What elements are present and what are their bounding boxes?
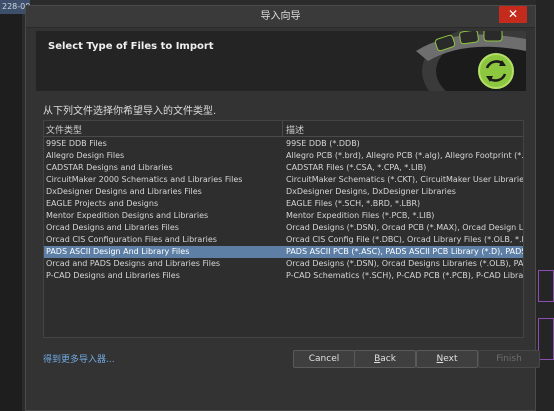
file-type-cell: CircuitMaker 2000 Schematics and Librari… — [46, 175, 243, 184]
cancel-button[interactable]: Cancel — [293, 350, 355, 368]
description-cell: PADS ASCII PCB (*.ASC), PADS ASCII PCB L… — [286, 247, 523, 256]
background-purple-frame — [538, 318, 554, 360]
list-item[interactable]: Orcad and PADS Designs and Libraries Fil… — [44, 258, 523, 270]
list-item[interactable]: P-CAD Designs and Libraries Files P-CAD S… — [44, 270, 523, 282]
description-cell: Orcad Designs (*.DSN), Orcad PCB (*.MAX)… — [286, 223, 523, 232]
list-item[interactable]: CircuitMaker 2000 Schematics and Librari… — [44, 174, 523, 186]
list-header: 文件类型 描述 — [44, 121, 523, 137]
file-type-cell: Allegro Design Files — [46, 151, 125, 160]
next-button[interactable]: Next — [416, 350, 478, 368]
column-header-description[interactable]: 描述 — [286, 123, 304, 136]
file-type-cell: EAGLE Projects and Designs — [46, 199, 159, 208]
file-type-cell: CADSTAR Designs and Libraries — [46, 163, 173, 172]
description-cell: CADSTAR Files (*.CSA, *.CPA, *.LIB) — [286, 163, 427, 172]
background-panel — [0, 14, 22, 411]
back-button[interactable]: Back — [354, 350, 416, 368]
close-icon: ✕ — [507, 7, 519, 21]
description-cell: CircuitMaker Schematics (*.CKT), Circuit… — [286, 175, 523, 184]
import-wizard-dialog: 导入向导 ✕ Select Type of Files to Import 从下… — [25, 5, 540, 411]
file-type-cell: Mentor Expedition Designs and Libraries — [46, 211, 209, 220]
get-more-importers-link[interactable]: 得到更多导入器... — [43, 352, 115, 365]
close-button[interactable]: ✕ — [499, 6, 527, 23]
sync-arrows-icon — [416, 31, 526, 91]
file-type-cell: P-CAD Designs and Libraries Files — [46, 271, 180, 280]
description-cell: DxDesigner Designs, DxDesigner Libraries — [286, 187, 456, 196]
list-item[interactable]: EAGLE Projects and Designs EAGLE Files (*… — [44, 198, 523, 210]
dialog-title: 导入向导 — [260, 11, 301, 22]
file-type-cell: PADS ASCII Design And Library Files — [46, 247, 190, 256]
finish-button[interactable]: Finish — [478, 350, 540, 368]
description-cell: P-CAD Schematics (*.SCH), P-CAD PCB (*.P… — [286, 271, 523, 280]
dialog-titlebar[interactable]: 导入向导 ✕ — [26, 6, 535, 28]
next-label: ext — [443, 354, 458, 364]
list-item[interactable]: DxDesigner Designs and Libraries Files Dx… — [44, 186, 523, 198]
description-cell: Allegro PCB (*.brd), Allegro PCB (*.alg)… — [286, 151, 523, 160]
banner-title: Select Type of Files to Import — [48, 41, 214, 52]
list-item[interactable]: Orcad Designs and Libraries Files Orcad D… — [44, 222, 523, 234]
list-rows: 99SE DDB Files 99SE DDB (*.DDB) Allegro De… — [44, 138, 523, 282]
description-cell: EAGLE Files (*.SCH, *.BRD, *.LBR) — [286, 199, 421, 208]
file-type-cell: Orcad and PADS Designs and Libraries Fil… — [46, 259, 221, 268]
description-cell: Mentor Expedition Files (*.PCB, *.LIB) — [286, 211, 435, 220]
background-purple-frame — [538, 270, 554, 302]
list-item[interactable]: PADS ASCII Design And Library Files PADS … — [44, 246, 523, 258]
file-type-cell: Orcad Designs and Libraries Files — [46, 223, 179, 232]
description-cell: Orcad CIS Config File (*.DBC), Orcad Lib… — [286, 235, 523, 244]
list-item[interactable]: 99SE DDB Files 99SE DDB (*.DDB) — [44, 138, 523, 150]
list-item[interactable]: Allegro Design Files Allegro PCB (*.brd),… — [44, 150, 523, 162]
file-type-list[interactable]: 文件类型 描述 99SE DDB Files 99SE DDB (*.DDB) Al… — [43, 120, 524, 338]
instruction-text: 从下列文件选择你希望导入的文件类型. — [43, 106, 217, 117]
column-header-type[interactable]: 文件类型 — [46, 123, 82, 136]
description-cell: 99SE DDB (*.DDB) — [286, 139, 360, 148]
column-divider[interactable] — [282, 121, 283, 136]
list-item[interactable]: Orcad CIS Configuration Files and Librar… — [44, 234, 523, 246]
list-item[interactable]: Mentor Expedition Designs and Libraries M… — [44, 210, 523, 222]
wizard-banner: Select Type of Files to Import — [36, 31, 526, 91]
description-cell: Orcad Designs (*.DSN), Orcad Designs Lib… — [286, 259, 523, 268]
file-type-cell: DxDesigner Designs and Libraries Files — [46, 187, 202, 196]
file-type-cell: Orcad CIS Configuration Files and Librar… — [46, 235, 217, 244]
list-item[interactable]: CADSTAR Designs and Libraries CADSTAR Fil… — [44, 162, 523, 174]
file-type-cell: 99SE DDB Files — [46, 139, 107, 148]
back-label: ack — [380, 354, 396, 364]
